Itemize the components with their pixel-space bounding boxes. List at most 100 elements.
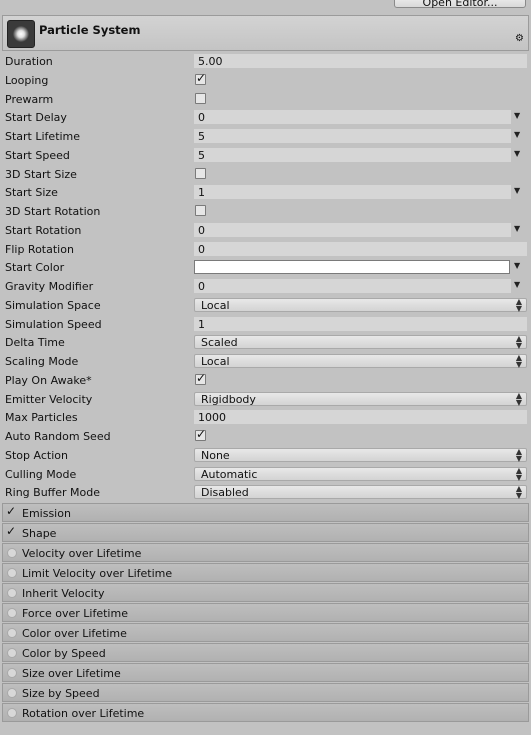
ring-buffer-mode-dropdown[interactable]: Disabled ▲ ▼: [194, 485, 527, 500]
popup-arrows-icon: ▲ ▼: [515, 353, 522, 369]
curve-mode-dropdown-icon[interactable]: ▼: [514, 111, 520, 120]
property-row-scaling-mode: Scaling Mode Local ▲ ▼: [2, 352, 529, 371]
module-disabled-toggle[interactable]: [7, 548, 17, 558]
property-row-duration: Duration 5.00: [2, 52, 529, 71]
module-disabled-toggle[interactable]: [7, 668, 17, 678]
prewarm-checkbox[interactable]: [195, 92, 206, 104]
start-color-swatch[interactable]: [194, 260, 510, 275]
module-disabled-toggle[interactable]: [7, 628, 17, 638]
module-emission[interactable]: ✓ Emission: [2, 503, 529, 522]
component-header[interactable]: Particle System ⚙: [2, 15, 529, 51]
module-enabled-checkbox[interactable]: ✓: [6, 504, 16, 518]
module-color-over-lifetime[interactable]: Color over Lifetime: [2, 623, 529, 642]
property-row-max-particles: Max Particles 1000: [2, 408, 529, 427]
3d-start-size-checkbox[interactable]: [195, 167, 206, 179]
module-disabled-toggle[interactable]: [7, 608, 17, 618]
module-label: Color by Speed: [22, 647, 106, 660]
popup-arrows-icon: ▲ ▼: [515, 390, 522, 407]
scaling-mode-dropdown[interactable]: Local ▲ ▼: [194, 353, 527, 369]
module-label: Shape: [22, 527, 57, 540]
play-on-awake-checkbox[interactable]: ✓: [195, 371, 206, 385]
3d-start-rotation-checkbox[interactable]: [195, 205, 206, 216]
module-disabled-toggle[interactable]: [7, 648, 17, 658]
property-label: Delta Time: [5, 336, 65, 350]
module-inherit-velocity[interactable]: Inherit Velocity: [2, 583, 529, 602]
property-row-start-delay: Start Delay 0 ▼: [2, 108, 529, 127]
start-size-field[interactable]: 1: [194, 185, 511, 200]
field-value: 1: [198, 317, 205, 331]
property-row-auto-random-seed: Auto Random Seed ✓: [2, 427, 529, 446]
gravity-modifier-field[interactable]: 0: [194, 279, 511, 293]
module-label: Inherit Velocity: [22, 587, 105, 600]
open-editor-button[interactable]: Open Editor...: [394, 0, 526, 9]
field-value: Rigidbody: [201, 392, 256, 406]
start-speed-field[interactable]: 5: [194, 147, 511, 162]
curve-mode-dropdown-icon[interactable]: ▼: [514, 186, 520, 195]
duration-field[interactable]: 5.00: [194, 54, 527, 68]
property-label: Simulation Speed: [5, 317, 102, 331]
curve-mode-dropdown-icon[interactable]: ▼: [514, 149, 520, 158]
module-color-by-speed[interactable]: Color by Speed: [2, 643, 529, 662]
stop-action-dropdown[interactable]: None ▲ ▼: [194, 446, 527, 463]
delta-time-dropdown[interactable]: Scaled ▲ ▼: [194, 334, 527, 351]
property-label: Looping: [5, 73, 49, 87]
particle-system-icon: [7, 20, 35, 48]
module-label: Size over Lifetime: [22, 667, 121, 680]
module-size-over-lifetime[interactable]: Size over Lifetime: [2, 663, 529, 682]
looping-checkbox[interactable]: ✓: [195, 71, 206, 85]
module-disabled-toggle[interactable]: [7, 568, 17, 578]
popup-arrows-icon: ▲ ▼: [515, 446, 522, 463]
field-value: None: [201, 448, 230, 462]
start-lifetime-field[interactable]: 5: [194, 129, 511, 143]
field-value: Local: [201, 355, 230, 368]
field-value: 0: [198, 223, 205, 237]
checkmark-icon: ✓: [196, 427, 207, 441]
property-label: Culling Mode: [5, 467, 77, 481]
auto-random-seed-checkbox[interactable]: ✓: [195, 427, 207, 441]
module-label: Emission: [22, 507, 71, 520]
curve-mode-dropdown-icon[interactable]: ▼: [514, 224, 520, 233]
property-label: 3D Start Rotation: [5, 205, 101, 218]
flip-rotation-field[interactable]: 0: [194, 241, 527, 256]
curve-mode-dropdown-icon[interactable]: ▼: [514, 280, 520, 289]
settings-icon[interactable]: ⚙: [515, 33, 524, 44]
module-label: Force over Lifetime: [22, 607, 128, 620]
start-delay-field[interactable]: 0: [194, 110, 511, 125]
field-value: 5: [198, 130, 205, 143]
property-label: Max Particles: [5, 411, 78, 425]
module-label: Rotation over Lifetime: [22, 707, 145, 720]
property-label: Scaling Mode: [5, 355, 79, 368]
property-label: 3D Start Size: [5, 167, 77, 181]
module-label: Limit Velocity over Lifetime: [22, 567, 173, 580]
curve-mode-dropdown-icon[interactable]: ▼: [514, 130, 520, 139]
property-label: Duration: [5, 55, 53, 68]
module-force-over-lifetime[interactable]: Force over Lifetime: [2, 603, 529, 622]
module-disabled-toggle[interactable]: [7, 688, 17, 698]
module-disabled-toggle[interactable]: [7, 588, 17, 598]
module-enabled-checkbox[interactable]: ✓: [6, 524, 16, 538]
simulation-space-dropdown[interactable]: Local ▲ ▼: [194, 297, 527, 312]
dropdown-arrow-icon[interactable]: ▼: [514, 261, 520, 270]
simulation-speed-field[interactable]: 1: [194, 316, 527, 331]
start-rotation-field[interactable]: 0: [194, 222, 511, 237]
module-size-by-speed[interactable]: Size by Speed: [2, 683, 529, 702]
property-label: Auto Random Seed: [5, 430, 111, 443]
module-disabled-toggle[interactable]: [7, 708, 17, 718]
module-rotation-over-lifetime[interactable]: Rotation over Lifetime: [2, 703, 529, 722]
max-particles-field[interactable]: 1000: [194, 410, 527, 425]
module-label: Velocity over Lifetime: [22, 547, 142, 560]
culling-mode-dropdown[interactable]: Automatic ▲ ▼: [194, 466, 527, 481]
popup-arrows-icon: ▲ ▼: [515, 334, 522, 351]
property-row-start-color: Start Color ▼: [2, 258, 529, 277]
main-module-properties: Duration 5.00 Looping ✓ Prewarm Start Delay 0 ▼…: [2, 52, 529, 502]
property-row-simulation-space: Simulation Space Local ▲ ▼: [2, 296, 529, 315]
module-velocity-over-lifetime[interactable]: Velocity over Lifetime: [2, 543, 529, 562]
property-label: Start Rotation: [5, 223, 82, 237]
field-value: 0: [198, 242, 205, 256]
field-value: 1000: [198, 411, 226, 425]
property-row-prewarm: Prewarm: [2, 90, 529, 109]
emitter-velocity-dropdown[interactable]: Rigidbody ▲ ▼: [194, 390, 527, 407]
module-shape[interactable]: ✓ Shape: [2, 523, 529, 542]
property-label: Prewarm: [5, 92, 54, 106]
module-limit-velocity-over-lifetime[interactable]: Limit Velocity over Lifetime: [2, 563, 529, 582]
